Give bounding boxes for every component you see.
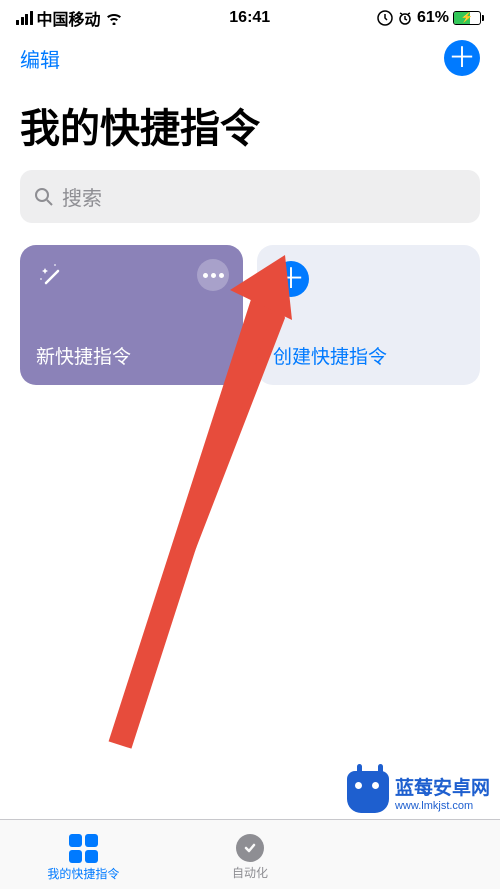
watermark-icon [347, 771, 389, 813]
plus-icon: ＋ [448, 44, 476, 72]
shortcut-card-create[interactable]: ＋ 创建快捷指令 [257, 245, 480, 385]
tab-shortcuts[interactable]: 我的快捷指令 [0, 820, 167, 889]
tab-automation[interactable]: 自动化 [167, 820, 334, 889]
search-placeholder: 搜索 [62, 182, 102, 211]
page-title: 我的快捷指令 [0, 84, 500, 162]
tab-bar: 我的快捷指令 自动化 [0, 819, 500, 889]
nav-bar: 编辑 ＋ [0, 32, 500, 84]
shortcut-card-new[interactable]: 新快捷指令 [20, 245, 243, 385]
check-circle-icon [236, 834, 264, 862]
tab-label: 自动化 [232, 864, 268, 881]
watermark: 蓝莓安卓网 www.lmkjst.com [347, 771, 490, 813]
card-title: 创建快捷指令 [273, 342, 464, 369]
plus-icon: ＋ [277, 265, 305, 293]
battery-label: 61% [417, 9, 449, 27]
search-input[interactable]: 搜索 [20, 170, 480, 223]
dots-icon [203, 273, 224, 278]
watermark-url: www.lmkjst.com [395, 800, 490, 812]
grid-icon [69, 834, 98, 863]
tab-label: 我的快捷指令 [47, 865, 119, 882]
add-button[interactable]: ＋ [444, 40, 480, 76]
wand-icon [36, 261, 68, 293]
watermark-title: 蓝莓安卓网 [395, 773, 490, 800]
orientation-lock-icon [377, 10, 393, 26]
carrier-label: 中国移动 [37, 6, 101, 30]
shortcut-cards: 新快捷指令 ＋ 创建快捷指令 [0, 231, 500, 399]
card-title: 新快捷指令 [36, 342, 227, 369]
search-icon [34, 187, 54, 207]
alarm-icon [397, 10, 413, 26]
edit-button[interactable]: 编辑 [20, 44, 60, 73]
time-label: 16:41 [229, 9, 270, 27]
battery-icon: ⚡ [453, 11, 484, 25]
status-left: 中国移动 [16, 6, 123, 30]
more-button[interactable] [197, 259, 229, 291]
card-plus-button: ＋ [273, 261, 309, 297]
status-bar: 中国移动 16:41 61% ⚡ [0, 0, 500, 32]
signal-icon [16, 11, 33, 25]
wifi-icon [105, 11, 123, 25]
status-right: 61% ⚡ [377, 9, 484, 27]
